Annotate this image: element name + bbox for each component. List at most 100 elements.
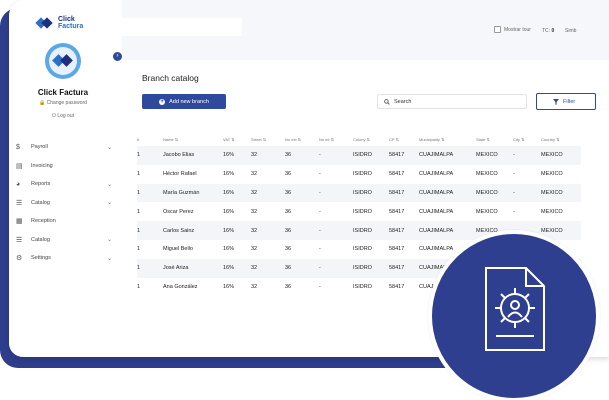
table-cell: 1 <box>137 152 141 159</box>
page-title: Branch catalog <box>142 73 199 83</box>
logout-label: Log out <box>57 113 75 119</box>
table-cell: Carlos Sainz <box>163 227 195 234</box>
sort-icon[interactable]: ⇅ <box>520 137 524 142</box>
table-header-row: # Name ⇅ VAT ⇅ Street ⇅ No ext ⇅ No int ⇅ Colo… <box>137 132 581 146</box>
sort-icon[interactable]: ⇅ <box>440 137 444 142</box>
table-cell: 58417 <box>389 152 405 159</box>
show-tour-toggle[interactable]: Mostrar tour <box>494 26 531 33</box>
filter-icon <box>553 98 559 105</box>
table-cell: 36 <box>285 208 292 215</box>
table-cell: 16% <box>223 171 235 178</box>
sidebar-item-label: Catalog <box>31 236 50 243</box>
list-icon: ☰ <box>16 236 23 244</box>
gear-icon: ⚙ <box>16 255 23 263</box>
logout-link[interactable]: ⏻ Log out <box>9 113 117 119</box>
dollar-icon: $ <box>16 143 20 151</box>
logo-line2: Factura <box>58 23 84 30</box>
table-cell: MEXICO <box>476 189 498 196</box>
table-cell: 36 <box>285 152 292 159</box>
table-cell: - <box>319 246 321 253</box>
change-password-link[interactable]: 🔒 Change password <box>9 100 117 106</box>
table-cell: ISIDRO <box>353 227 372 234</box>
table-row[interactable]: 1 Jacobo Elias 16% 32 36 - ISIDRO 58417 CUAJIMAL… <box>137 146 581 165</box>
column-header[interactable]: VAT ⇅ <box>223 132 251 146</box>
table-cell: 1 <box>137 283 141 290</box>
table-cell: 1 <box>137 227 141 234</box>
sort-icon[interactable]: ⇅ <box>297 137 301 142</box>
column-header[interactable]: Colony ⇅ <box>353 132 389 146</box>
table-row[interactable]: 1 Héctor Rafael 16% 32 36 - ISIDRO 58417 CUAJIMA… <box>137 164 581 184</box>
collapse-sidebar-button[interactable]: › <box>113 52 122 61</box>
table-cell: 16% <box>223 152 235 159</box>
sidebar-item-catalog-2[interactable]: ☰ Catalog ⌄ <box>16 231 112 250</box>
table-cell: MEXICO <box>476 171 498 178</box>
column-header[interactable]: Street ⇅ <box>251 132 285 146</box>
table-cell: - <box>319 152 321 159</box>
table-cell: CUAJIMALPA <box>419 189 454 196</box>
logo-line1: Click <box>58 16 75 23</box>
table-cell: ISIDRO <box>353 152 372 159</box>
sort-icon[interactable]: ⇅ <box>262 137 266 142</box>
add-branch-button[interactable]: + Add new branch <box>142 94 226 109</box>
table-cell: 36 <box>285 227 292 234</box>
sort-icon[interactable]: ⇅ <box>555 137 559 142</box>
column-header[interactable]: Name ⇅ <box>163 132 223 146</box>
table-cell: 58417 <box>389 246 405 253</box>
table-cell: - <box>319 283 321 290</box>
table-cell: - <box>513 208 515 215</box>
sidebar-item-catalog[interactable]: ☰ Catalog ⌄ <box>16 194 112 213</box>
column-header[interactable]: # <box>137 132 163 146</box>
tc-value: 0 <box>551 28 555 34</box>
table-cell: José Ariza <box>163 265 189 272</box>
document-gear-user-icon <box>485 267 545 351</box>
table-cell: 1 <box>137 189 141 196</box>
table-cell: 32 <box>251 152 258 159</box>
sort-icon[interactable]: ⇅ <box>394 137 399 142</box>
table-cell: - <box>319 189 321 196</box>
column-header[interactable]: State ⇅ <box>476 132 513 146</box>
column-header[interactable]: Country ⇅ <box>541 132 581 146</box>
sidebar-item-reports[interactable]: ◕ Reports ⌄ <box>16 175 112 194</box>
table-cell: - <box>319 265 321 272</box>
symbol-label: Simb <box>565 28 577 34</box>
table-cell: 58417 <box>389 189 405 196</box>
column-header[interactable]: Municipality ⇅ <box>419 132 476 146</box>
tour-checkbox[interactable] <box>494 26 501 33</box>
table-cell: 32 <box>251 189 258 196</box>
logo-mark-icon <box>35 17 55 29</box>
table-row[interactable]: 1 María Guzmán 16% 32 36 - ISIDRO 58417 CUAJIMAL… <box>137 183 581 203</box>
filter-button[interactable]: Filter <box>536 93 596 110</box>
table-cell: 1 <box>137 171 141 178</box>
table-cell: 16% <box>223 283 235 290</box>
sidebar-item-label: Settings <box>31 255 51 262</box>
sidebar-item-payroll[interactable]: $ Payroll ⌄ <box>16 138 112 157</box>
sidebar: Click Factura Click Factura 🔒 Change pas… <box>9 0 117 357</box>
table-cell: 32 <box>251 265 258 272</box>
sort-icon[interactable]: ⇅ <box>230 137 234 142</box>
table-cell: CUAJIMALPA <box>419 152 454 159</box>
column-header[interactable]: City ⇅ <box>513 132 541 146</box>
sort-icon[interactable]: ⇅ <box>485 137 489 142</box>
top-search-box[interactable] <box>122 18 242 36</box>
table-cell: Ana González <box>163 283 198 290</box>
sort-icon[interactable]: ⇅ <box>174 137 178 142</box>
column-header[interactable]: No int ⇅ <box>319 132 353 146</box>
table-row[interactable]: 1 Oscar Perez 16% 32 36 - ISIDRO 58417 CUAJIMALP… <box>137 202 581 222</box>
column-header[interactable]: CP ⇅ <box>389 132 419 146</box>
table-cell: 32 <box>251 227 258 234</box>
search-input[interactable]: Search <box>377 94 527 109</box>
table-cell: MEXICO <box>541 152 563 159</box>
sidebar-item-reception[interactable]: ▦ Reception <box>16 212 112 231</box>
sidebar-item-invoicing[interactable]: ▤ Invoicing <box>16 157 112 176</box>
column-header[interactable]: No ext ⇅ <box>285 132 319 146</box>
avatar[interactable] <box>45 43 81 79</box>
avatar-logo-icon <box>49 47 77 75</box>
sort-icon[interactable]: ⇅ <box>329 137 334 142</box>
table-cell: María Guzmán <box>163 189 200 196</box>
sort-icon[interactable]: ⇅ <box>365 137 370 142</box>
table-cell: 1 <box>137 265 141 272</box>
table-cell: MEXICO <box>541 171 563 178</box>
tc-label: TC: <box>542 28 551 34</box>
sidebar-item-settings[interactable]: ⚙ Settings ⌄ <box>16 249 112 268</box>
document-icon: ▤ <box>16 162 23 170</box>
